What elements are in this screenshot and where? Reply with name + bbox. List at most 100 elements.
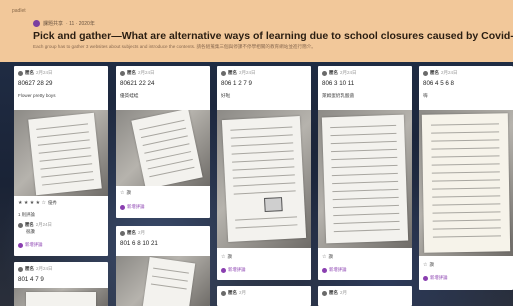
post-header: 匿名 2月24日 — [217, 66, 311, 76]
post-date: 2月24日 — [239, 70, 256, 75]
post-title: 801 6 8 10 21 — [120, 240, 158, 247]
comment-avatar-icon — [18, 242, 23, 248]
add-comment-label: 新增評論 — [228, 267, 246, 272]
post-date: 2月24日 — [441, 70, 458, 75]
post-author: 匿名 — [329, 70, 338, 75]
post-date: 2月24日 — [36, 70, 53, 75]
avatar — [221, 70, 226, 76]
avatar — [423, 70, 428, 76]
post-attachment-photo[interactable] — [217, 110, 311, 248]
post-card[interactable]: 匿名 2月24日 80621 22 24 優質蛙蛙 ☆ 讚 新增評論 — [116, 66, 210, 218]
add-comment-button[interactable]: 新增評論 — [423, 275, 448, 281]
post-attachment-photo[interactable] — [116, 110, 210, 186]
rating-text: 優秀 — [47, 200, 57, 205]
post-author: 匿名 — [228, 70, 237, 75]
post-header: 匿名 2月 — [318, 286, 412, 296]
like-button[interactable]: ☆ 讚 — [322, 254, 333, 260]
worksheet-paper — [221, 116, 307, 242]
board-title: Pick and gather—What are alternative way… — [33, 30, 513, 42]
post-card[interactable]: 匿名 2月24日 806 4 5 6 8 嗨 ☆ 讚 新增評論 — [419, 66, 513, 290]
post-header: 匿名 2月24日 — [14, 66, 108, 76]
post-attachment-photo[interactable] — [318, 110, 412, 248]
like-button[interactable]: ☆ 讚 — [120, 190, 131, 196]
post-author: 匿名 — [127, 230, 136, 235]
post-date: 2月24日 — [340, 70, 357, 75]
post-date: 2月24日 — [138, 70, 155, 75]
post-title: 806 1 2 7 9 — [221, 80, 252, 87]
post-card[interactable]: 匿名 2月 801 6 8 10 21 — [116, 226, 210, 306]
add-comment-label: 新增評論 — [329, 267, 347, 272]
worksheet-paper — [26, 292, 96, 306]
worksheet-paper — [421, 113, 511, 253]
post-header: 匿名 2月24日 — [318, 66, 412, 76]
post-card[interactable]: 匿名 2月24日 801 4 7 9 — [14, 262, 108, 306]
post-title: 80627 28 29 — [18, 80, 53, 87]
star-icon: ☆ — [322, 254, 327, 260]
add-comment-label: 新增評論 — [430, 275, 448, 280]
post-card[interactable]: 匿名 2月24日 80627 28 29 Flower pretty boys … — [14, 66, 108, 256]
star-rating-icon[interactable]: ★ ★ ★ ★ ☆ — [18, 200, 46, 206]
reply-date: 2月24日 — [35, 222, 52, 227]
like-label: 讚 — [126, 190, 131, 195]
avatar — [18, 222, 23, 228]
avatar — [322, 70, 327, 76]
add-comment-label: 新增評論 — [25, 242, 43, 247]
post-title: 806 3 10 11 — [322, 80, 355, 87]
reply-row: 匿名 2月24日 — [18, 222, 52, 228]
add-comment-button[interactable]: 新增評論 — [322, 267, 347, 273]
add-comment-button[interactable]: 新增評論 — [221, 267, 246, 273]
post-header: 匿名 2月24日 — [116, 66, 210, 76]
post-header: 匿名 2月24日 — [14, 262, 108, 272]
avatar — [18, 70, 23, 76]
comment-avatar-icon — [221, 267, 226, 273]
padlet-crumb[interactable]: padlet — [12, 8, 26, 14]
post-author: 匿名 — [430, 70, 439, 75]
post-date: 2月 — [340, 290, 348, 295]
post-card[interactable]: 匿名 2月24日 806 3 10 11 萊姆蛋奶乳酸菌 ☆ 讚 新增評論 — [318, 66, 412, 280]
post-body: Flower pretty boys — [18, 93, 56, 98]
like-button[interactable]: ☆ 讚 — [423, 262, 434, 268]
author-avatar — [33, 20, 40, 27]
post-card[interactable]: 匿名 2月24日 806 1 2 7 9 好啦 ☆ 讚 新增評論 — [217, 66, 311, 280]
post-body: 好啦 — [221, 93, 231, 98]
avatar — [120, 230, 125, 236]
comment-avatar-icon — [120, 204, 125, 210]
comment-count[interactable]: 1 則評論 — [18, 212, 35, 218]
post-body: 優質蛙蛙 — [120, 93, 139, 98]
author-name: 課題共享 — [43, 21, 64, 27]
worksheet-paper — [28, 112, 102, 196]
star-icon: ☆ — [120, 190, 125, 196]
post-header: 匿名 2月24日 — [419, 66, 513, 76]
post-title: 806 4 5 6 8 — [423, 80, 454, 87]
post-date: 2月24日 — [36, 266, 53, 271]
post-title: 801 4 7 9 — [18, 276, 44, 283]
post-card[interactable]: 匿名 2月 — [318, 286, 412, 306]
star-icon: ☆ — [423, 262, 428, 268]
comment-avatar-icon — [423, 275, 428, 281]
add-comment-button[interactable]: 新增評論 — [18, 242, 43, 248]
star-icon: ☆ — [221, 254, 226, 260]
post-header: 匿名 2月 — [217, 286, 311, 296]
avatar — [18, 266, 23, 272]
add-comment-label: 新增評論 — [127, 204, 145, 209]
avatar — [322, 290, 327, 296]
rating-row[interactable]: ★ ★ ★ ★ ☆ 優秀 — [18, 200, 57, 206]
like-label: 讚 — [328, 254, 333, 259]
like-label: 讚 — [429, 262, 434, 267]
post-attachment-photo[interactable] — [116, 256, 210, 306]
post-attachment-photo[interactable] — [14, 110, 108, 196]
post-author: 匿名 — [25, 70, 34, 75]
post-attachment-photo[interactable] — [14, 288, 108, 306]
post-attachment-photo[interactable] — [419, 110, 513, 256]
board-subtitle: Each group has to gather 3 websites abou… — [33, 44, 316, 49]
like-button[interactable]: ☆ 讚 — [221, 254, 232, 260]
like-label: 讚 — [227, 254, 232, 259]
post-card[interactable]: 匿名 2月 — [217, 286, 311, 306]
reply-author: 匿名 — [25, 222, 34, 227]
add-comment-button[interactable]: 新增評論 — [120, 204, 145, 210]
post-header: 匿名 2月 — [116, 226, 210, 236]
printed-picture — [263, 197, 283, 213]
worksheet-paper — [142, 257, 196, 306]
avatar — [120, 70, 125, 76]
post-body: 嗨 — [423, 93, 428, 98]
